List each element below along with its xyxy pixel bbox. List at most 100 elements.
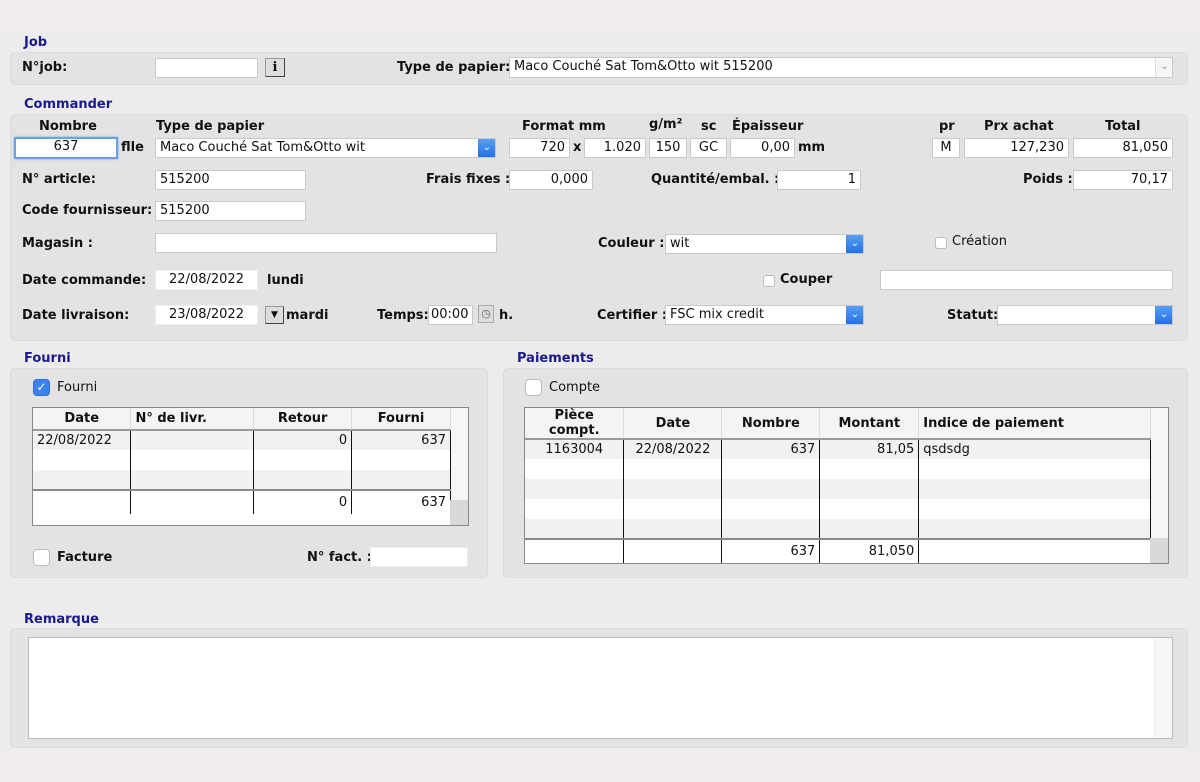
table-cell: 81,05 <box>819 439 920 459</box>
job-type-papier-select[interactable]: Maco Couché Sat Tom&Otto wit 515200 ⌄ <box>509 57 1173 78</box>
table-cell <box>130 470 255 490</box>
table-cell <box>918 519 1151 539</box>
sc-header: sc <box>701 119 717 134</box>
column-header[interactable]: Date <box>33 408 132 431</box>
couleur-value: wit <box>670 236 690 251</box>
column-header[interactable]: Retour <box>253 408 353 431</box>
type-papier-select[interactable]: Maco Couché Sat Tom&Otto wit ⌄ <box>155 138 496 158</box>
gsm-header: g/m² <box>649 117 683 132</box>
table-cell <box>351 450 451 470</box>
column-header[interactable]: N° de livr. <box>130 408 255 431</box>
table-cell <box>253 450 353 470</box>
table-row[interactable] <box>525 519 1151 539</box>
date-livraison-label: Date livraison: <box>22 308 130 323</box>
nombre-input[interactable]: 637 <box>14 137 118 159</box>
total-cell <box>130 489 255 514</box>
temps-input[interactable]: 00:00 <box>428 305 473 325</box>
table-row[interactable]: 22/08/2022 0 637 <box>33 430 451 450</box>
date-commande-day: lundi <box>267 273 304 288</box>
column-header[interactable]: Montant <box>819 408 920 440</box>
quantite-input[interactable]: 1 <box>777 170 861 190</box>
poids-input[interactable]: 70,17 <box>1073 170 1173 190</box>
job-type-papier-label: Type de papier: <box>397 60 511 75</box>
column-header[interactable]: Indice de paiement <box>918 408 1151 440</box>
code-fournisseur-input[interactable]: 515200 <box>155 201 306 221</box>
date-dropdown-arrow-icon[interactable]: ▼ <box>265 306 284 324</box>
column-header[interactable]: Nombre <box>721 408 821 440</box>
format-height-input[interactable]: 1.020 <box>584 138 646 158</box>
gsm-input[interactable]: 150 <box>649 138 687 158</box>
chevron-down-icon[interactable]: ⌄ <box>1155 306 1172 324</box>
table-cell <box>623 519 723 539</box>
couleur-select[interactable]: wit ⌄ <box>665 234 864 254</box>
table-cell <box>525 519 625 539</box>
paiements-table-header: Pièce compt. Date Nombre Montant Indice … <box>525 408 1151 440</box>
date-livraison-input[interactable]: 23/08/2022 <box>155 305 258 325</box>
table-row[interactable]: 1163004 22/08/2022 637 81,05 qsdsdg <box>525 439 1151 459</box>
remarque-scrollbar[interactable] <box>1154 638 1172 738</box>
table-row[interactable] <box>33 450 451 470</box>
total-cell: 637 <box>351 489 451 514</box>
table-row[interactable] <box>525 459 1151 479</box>
date-commande-input[interactable]: 22/08/2022 <box>155 270 258 290</box>
facture-checkbox[interactable] <box>33 549 50 566</box>
total-cell: 637 <box>721 538 821 563</box>
table-cell <box>253 470 353 490</box>
commander-panel: Nombre Type de papier Format mm g/m² sc … <box>10 114 1188 341</box>
nfact-input[interactable] <box>370 547 468 567</box>
chevron-down-icon[interactable]: ⌄ <box>846 306 863 324</box>
paiements-panel: Compte Pièce compt. Date Nombre Montant … <box>503 368 1188 578</box>
chevron-down-icon[interactable]: ⌄ <box>478 139 495 157</box>
chevron-down-icon[interactable]: ⌄ <box>1155 58 1172 77</box>
table-cell <box>623 479 723 499</box>
pr-input[interactable]: M <box>932 138 960 158</box>
column-header[interactable]: Fourni <box>351 408 451 431</box>
table-cell <box>130 450 255 470</box>
fourni-checkbox[interactable]: ✓ <box>33 379 50 396</box>
remarque-textarea[interactable] <box>28 637 1173 739</box>
table-cell: 1163004 <box>525 439 625 459</box>
format-width-input[interactable]: 720 <box>509 138 570 158</box>
certifier-select[interactable]: FSC mix credit ⌄ <box>665 305 864 325</box>
njob-label: N°job: <box>22 60 68 75</box>
total-input[interactable]: 81,050 <box>1073 138 1173 158</box>
temps-unit: h. <box>499 308 514 323</box>
total-cell <box>33 489 132 514</box>
sc-input[interactable]: GC <box>690 138 727 158</box>
nombre-header: Nombre <box>39 119 97 134</box>
compte-checkbox[interactable] <box>525 379 542 396</box>
table-row[interactable] <box>525 479 1151 499</box>
table-cell <box>819 499 920 519</box>
article-input[interactable]: 515200 <box>155 170 306 190</box>
table-row[interactable] <box>525 499 1151 519</box>
table-cell <box>351 470 451 490</box>
scroll-corner <box>1150 538 1168 563</box>
frais-fixes-input[interactable]: 0,000 <box>509 170 593 190</box>
table-cell <box>918 479 1151 499</box>
statut-select[interactable]: ⌄ <box>997 305 1173 325</box>
total-cell: 0 <box>253 489 353 514</box>
total-cell <box>623 538 723 563</box>
creation-checkbox[interactable] <box>935 237 947 249</box>
table-cell: 0 <box>253 430 353 450</box>
couper-input[interactable] <box>880 270 1173 290</box>
magasin-label: Magasin : <box>22 236 93 251</box>
prx-achat-header: Prx achat <box>984 119 1054 134</box>
couper-checkbox[interactable] <box>763 275 775 287</box>
table-cell <box>721 459 821 479</box>
epaisseur-input[interactable]: 0,00 <box>730 138 795 158</box>
clock-icon[interactable]: ◷ <box>478 305 494 323</box>
magasin-input[interactable] <box>155 233 497 253</box>
quantite-label: Quantité/embal. : <box>651 172 780 187</box>
table-row[interactable] <box>33 470 451 490</box>
info-button[interactable]: i <box>265 58 285 77</box>
njob-input[interactable] <box>155 58 258 78</box>
prx-achat-input[interactable]: 127,230 <box>964 138 1069 158</box>
column-header[interactable]: Pièce compt. <box>525 408 625 440</box>
temps-label: Temps: <box>377 308 429 323</box>
date-commande-label: Date commande: <box>22 273 147 288</box>
certifier-label: Certifier : <box>597 308 668 323</box>
total-header: Total <box>1105 119 1141 134</box>
chevron-down-icon[interactable]: ⌄ <box>846 235 863 253</box>
column-header[interactable]: Date <box>623 408 723 440</box>
